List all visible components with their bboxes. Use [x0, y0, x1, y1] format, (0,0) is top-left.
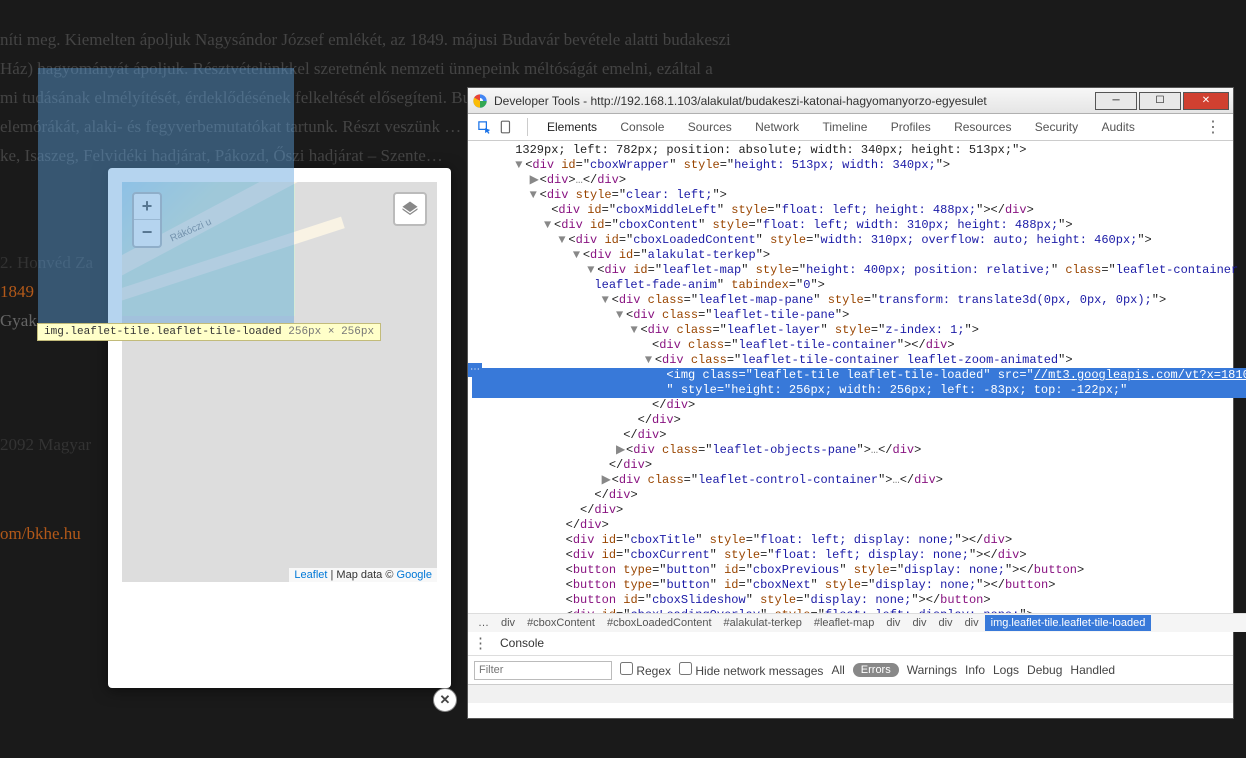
window-minimize-button[interactable]: ─	[1095, 92, 1137, 110]
tab-console[interactable]: Console	[620, 120, 664, 134]
crumb[interactable]: #leaflet-map	[808, 617, 881, 629]
drawer-tab-console[interactable]: Console	[500, 636, 544, 650]
tab-audits[interactable]: Audits	[1102, 120, 1135, 134]
level-info[interactable]: Info	[965, 663, 985, 677]
tab-profiles[interactable]: Profiles	[891, 120, 931, 134]
map-attribution: Leaflet | Map data © Google	[289, 568, 437, 582]
crumb-selected[interactable]: img.leaflet-tile.leaflet-tile-loaded	[985, 615, 1152, 631]
crumb[interactable]: #cboxContent	[521, 617, 601, 629]
level-all[interactable]: All	[831, 663, 844, 677]
level-handled[interactable]: Handled	[1070, 663, 1115, 677]
level-warnings[interactable]: Warnings	[907, 663, 957, 677]
crumb[interactable]: div	[880, 617, 906, 629]
crumb[interactable]: …	[472, 617, 495, 629]
crumb[interactable]: #alakulat-terkep	[718, 617, 808, 629]
devtools-tabs: Elements Console Sources Network Timelin…	[537, 120, 1145, 134]
breadcrumb[interactable]: … div #cboxContent #cboxLoadedContent #a…	[468, 613, 1246, 632]
tooltip-width: 256px	[288, 326, 321, 338]
device-mode-button[interactable]	[496, 117, 516, 137]
hide-network-checkbox[interactable]: Hide network messages	[679, 662, 823, 678]
tab-resources[interactable]: Resources	[954, 120, 1011, 134]
layers-icon	[401, 200, 419, 218]
tab-sources[interactable]: Sources	[688, 120, 732, 134]
inspect-icon	[477, 120, 492, 135]
chrome-icon	[472, 93, 488, 109]
tab-security[interactable]: Security	[1035, 120, 1078, 134]
google-link[interactable]: Google	[397, 569, 432, 581]
window-close-button[interactable]: ✕	[1183, 92, 1229, 110]
level-debug[interactable]: Debug	[1027, 663, 1062, 677]
layers-button[interactable]	[393, 192, 427, 226]
console-filter-input[interactable]	[474, 661, 612, 680]
window-maximize-button[interactable]: ☐	[1139, 92, 1181, 110]
devtools-titlebar[interactable]: Developer Tools - http://192.168.1.103/a…	[468, 88, 1233, 114]
crumb[interactable]: div	[495, 617, 521, 629]
drawer-menu-button[interactable]: ⋮	[473, 634, 488, 652]
crumb[interactable]: div	[906, 617, 932, 629]
devtools-menu-button[interactable]: ⋮	[1199, 117, 1227, 137]
selected-line-gutter: ⋯	[468, 363, 482, 377]
tooltip-selector: img.leaflet-tile.leaflet-tile-loaded	[44, 326, 282, 338]
element-highlight-tooltip: img.leaflet-tile.leaflet-tile-loaded 256…	[37, 323, 381, 341]
regex-checkbox[interactable]: Regex	[620, 662, 671, 678]
devtools-title: Developer Tools - http://192.168.1.103/a…	[494, 94, 1093, 108]
tab-network[interactable]: Network	[755, 120, 799, 134]
dom-tree[interactable]: 1329px; left: 782px; position: absolute;…	[468, 141, 1246, 613]
leaflet-link[interactable]: Leaflet	[294, 569, 327, 581]
level-errors[interactable]: Errors	[853, 663, 899, 677]
article-line: níti meg. Kiemelten ápoljuk Nagysándor J…	[0, 25, 860, 54]
tooltip-sep: ×	[328, 326, 341, 338]
crumb[interactable]: div	[933, 617, 959, 629]
crumb[interactable]: #cboxLoadedContent	[601, 617, 718, 629]
inspect-element-button[interactable]	[474, 117, 494, 137]
tooltip-height: 256px	[341, 326, 374, 338]
devtools-toolbar: Elements Console Sources Network Timelin…	[468, 114, 1233, 141]
element-highlight-overlay	[38, 68, 294, 324]
console-drawer: ⋮ Console Regex Hide network messages Al…	[468, 629, 1233, 703]
crumb[interactable]: div	[959, 617, 985, 629]
device-icon	[499, 120, 513, 134]
tab-timeline[interactable]: Timeline	[822, 120, 867, 134]
lightbox-close-button[interactable]: ✕	[433, 688, 457, 712]
devtools-statusbar	[468, 684, 1233, 703]
elements-panel[interactable]: ⋯ 1329px; left: 782px; position: absolut…	[468, 141, 1246, 629]
tab-elements[interactable]: Elements	[547, 120, 597, 134]
devtools-window: Developer Tools - http://192.168.1.103/a…	[468, 88, 1233, 718]
level-logs[interactable]: Logs	[993, 663, 1019, 677]
